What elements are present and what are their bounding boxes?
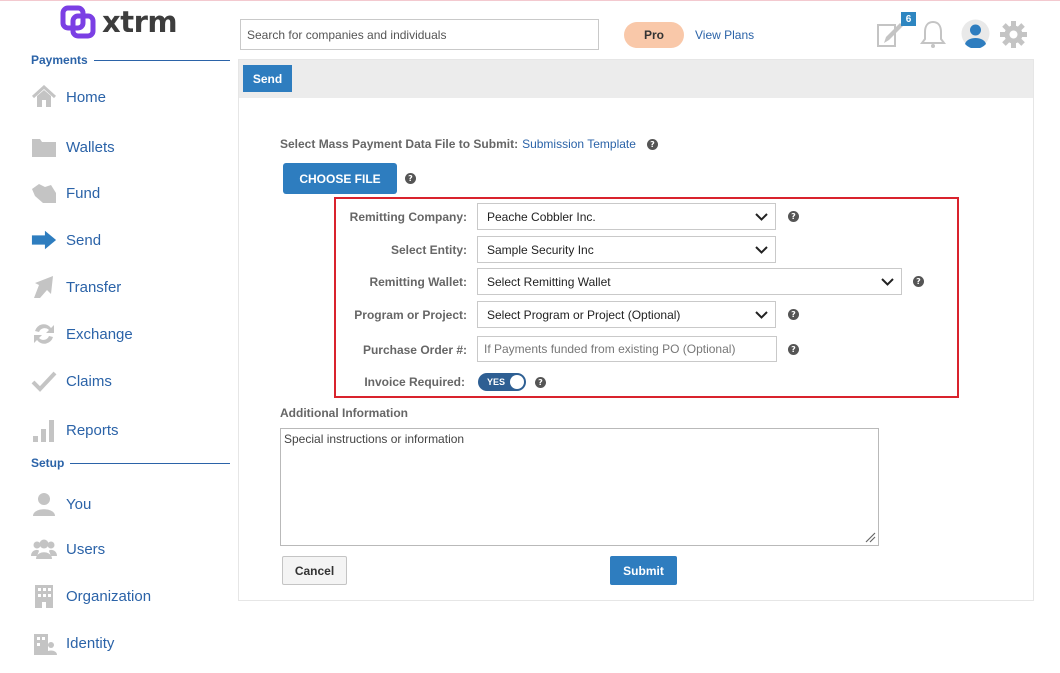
remitting-wallet-label: Remitting Wallet: bbox=[369, 275, 467, 289]
sidebar-item-label: Identity bbox=[66, 634, 115, 652]
select-entity-label: Select Entity: bbox=[390, 243, 467, 257]
xtrm-logo-icon bbox=[60, 5, 96, 39]
section-divider bbox=[70, 462, 230, 464]
submit-button[interactable]: Submit bbox=[610, 556, 677, 585]
transfer-arrow-icon bbox=[31, 274, 57, 300]
additional-info-label: Additional Information bbox=[280, 406, 408, 420]
help-icon[interactable]: ? bbox=[405, 173, 416, 184]
help-icon[interactable]: ? bbox=[535, 377, 546, 388]
sidebar-item-label: Fund bbox=[66, 184, 101, 202]
bell-icon[interactable] bbox=[920, 19, 946, 54]
help-icon[interactable]: ? bbox=[646, 138, 658, 150]
chevron-down-icon bbox=[755, 311, 768, 319]
program-project-label: Program or Project: bbox=[354, 308, 467, 322]
avatar[interactable] bbox=[961, 19, 990, 53]
sidebar-item-home[interactable]: Home bbox=[31, 82, 106, 112]
program-project-select[interactable]: Select Program or Project (Optional) bbox=[477, 301, 776, 328]
bar-chart-icon bbox=[31, 417, 57, 443]
invoice-required-label: Invoice Required: bbox=[364, 375, 465, 389]
file-select-row: Select Mass Payment Data File to Submit:… bbox=[280, 137, 658, 151]
sidebar-item-transfer[interactable]: Transfer bbox=[31, 272, 121, 302]
additional-info-textarea[interactable] bbox=[280, 428, 879, 546]
remitting-company-value: Peache Cobbler Inc. bbox=[487, 209, 596, 224]
sidebar-item-you[interactable]: You bbox=[31, 489, 91, 519]
setup-section-heading: Setup bbox=[31, 456, 230, 470]
help-icon[interactable]: ? bbox=[913, 276, 924, 287]
chevron-down-icon bbox=[881, 278, 894, 286]
panel-header: Send bbox=[239, 60, 1033, 98]
chevron-down-icon bbox=[755, 246, 768, 254]
sidebar-item-label: Home bbox=[66, 88, 107, 106]
help-icon[interactable]: ? bbox=[788, 309, 799, 320]
select-entity-select[interactable]: Sample Security Inc bbox=[477, 236, 776, 263]
program-project-value: Select Program or Project (Optional) bbox=[487, 307, 681, 322]
remitting-company-select[interactable]: Peache Cobbler Inc. bbox=[477, 203, 776, 230]
sidebar-item-send[interactable]: Send bbox=[31, 225, 101, 255]
submission-template-link[interactable]: Submission Template bbox=[522, 137, 636, 151]
building-icon bbox=[31, 583, 57, 609]
identity-icon bbox=[31, 630, 57, 656]
sidebar-item-label: Claims bbox=[66, 372, 112, 390]
pro-plan-badge[interactable]: Pro bbox=[624, 22, 684, 48]
toggle-knob bbox=[510, 375, 524, 389]
chevron-down-icon bbox=[755, 213, 768, 221]
tab-send[interactable]: Send bbox=[243, 65, 292, 92]
section-divider bbox=[93, 59, 230, 61]
setup-heading-label: Setup bbox=[31, 456, 65, 470]
help-icon[interactable]: ? bbox=[788, 344, 799, 355]
notification-count-badge: 6 bbox=[901, 12, 916, 26]
remitting-wallet-select[interactable]: Select Remitting Wallet bbox=[477, 268, 902, 295]
folder-icon bbox=[31, 134, 57, 160]
payments-heading-label: Payments bbox=[31, 53, 88, 67]
file-prompt-label: Select Mass Payment Data File to Submit: bbox=[280, 137, 519, 151]
remitting-wallet-value: Select Remitting Wallet bbox=[487, 274, 611, 289]
remitting-company-label: Remitting Company: bbox=[349, 210, 467, 224]
xtrm-logo[interactable]: xtrm bbox=[60, 5, 178, 39]
purchase-order-field[interactable] bbox=[477, 336, 777, 362]
toggle-state-label: YES bbox=[487, 377, 506, 387]
sidebar-item-label: Reports bbox=[66, 421, 119, 439]
sidebar-item-users[interactable]: Users bbox=[31, 534, 105, 564]
sidebar-item-label: Wallets bbox=[66, 138, 115, 156]
purchase-order-label: Purchase Order #: bbox=[362, 343, 467, 357]
choose-file-button[interactable]: CHOOSE FILE bbox=[283, 163, 397, 194]
sidebar-item-organization[interactable]: Organization bbox=[31, 581, 151, 611]
exchange-icon bbox=[31, 321, 57, 347]
sidebar-item-label: Users bbox=[66, 540, 106, 558]
invoice-required-toggle[interactable]: YES bbox=[478, 373, 526, 391]
users-icon bbox=[31, 536, 57, 562]
sidebar-item-label: Organization bbox=[66, 587, 152, 605]
compose-icon[interactable] bbox=[876, 19, 904, 54]
home-icon bbox=[31, 84, 57, 110]
payments-section-heading: Payments bbox=[31, 53, 230, 67]
sidebar-item-wallets[interactable]: Wallets bbox=[31, 132, 115, 162]
checkmark-icon bbox=[31, 368, 57, 394]
cancel-button[interactable]: Cancel bbox=[282, 556, 347, 585]
view-plans-link[interactable]: View Plans bbox=[695, 28, 754, 42]
sidebar-item-identity[interactable]: Identity bbox=[31, 628, 114, 658]
sidebar-item-label: Transfer bbox=[66, 278, 122, 296]
sidebar-item-fund[interactable]: Fund bbox=[31, 178, 100, 208]
sidebar-item-exchange[interactable]: Exchange bbox=[31, 319, 133, 349]
logo-text: xtrm bbox=[102, 5, 178, 39]
help-icon[interactable]: ? bbox=[788, 211, 799, 222]
sidebar-item-label: Exchange bbox=[66, 325, 133, 343]
send-arrow-icon bbox=[31, 227, 57, 253]
resize-handle-icon[interactable] bbox=[864, 531, 876, 543]
sidebar-item-label: Send bbox=[66, 231, 102, 249]
sidebar-item-label: You bbox=[66, 495, 92, 513]
select-entity-value: Sample Security Inc bbox=[487, 242, 594, 257]
user-icon bbox=[31, 491, 57, 517]
sidebar-item-reports[interactable]: Reports bbox=[31, 415, 119, 445]
sidebar-item-claims[interactable]: Claims bbox=[31, 366, 112, 396]
fund-icon bbox=[31, 180, 57, 206]
gear-icon[interactable] bbox=[1000, 21, 1027, 53]
search-input[interactable] bbox=[240, 19, 599, 50]
